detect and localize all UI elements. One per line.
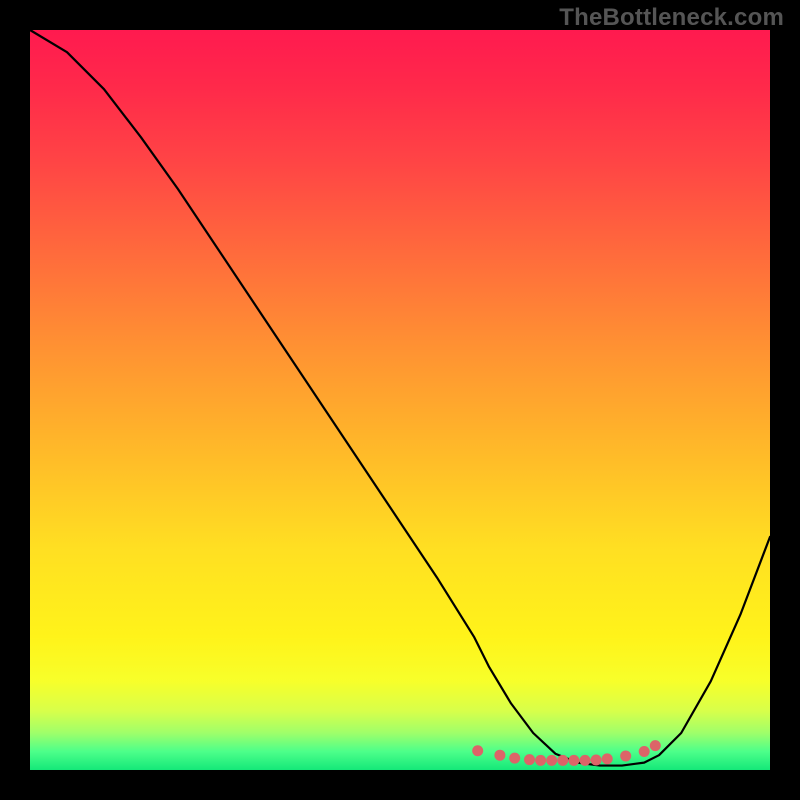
marker-dot — [568, 755, 579, 766]
marker-dot — [494, 750, 505, 761]
marker-dot — [472, 745, 483, 756]
plot-area — [30, 30, 770, 770]
marker-dot — [509, 753, 520, 764]
marker-dot — [591, 755, 602, 766]
chart-frame: TheBottleneck.com — [0, 0, 800, 800]
chart-svg — [30, 30, 770, 770]
marker-dot — [557, 755, 568, 766]
marker-dot — [535, 755, 546, 766]
marker-dot — [650, 740, 661, 751]
marker-dot — [580, 755, 591, 766]
marker-dot — [524, 754, 535, 765]
curve-line — [30, 30, 770, 766]
watermark-text: TheBottleneck.com — [559, 4, 784, 32]
marker-dot — [639, 746, 650, 757]
marker-dot — [620, 750, 631, 761]
marker-dot — [546, 755, 557, 766]
marker-dots — [472, 740, 661, 766]
marker-dot — [602, 753, 613, 764]
